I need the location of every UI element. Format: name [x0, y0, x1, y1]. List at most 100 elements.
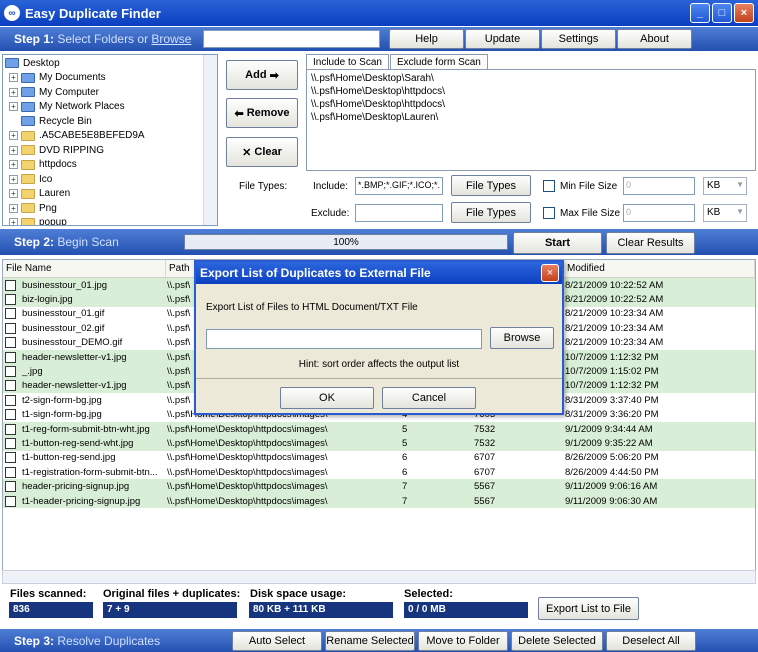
expand-icon[interactable]: +	[9, 102, 18, 112]
tree-item[interactable]: + .A5CABE5E8BEFED9A	[5, 129, 215, 144]
tree-item[interactable]: + My Network Places	[5, 100, 215, 115]
tree-item[interactable]: + httpdocs	[5, 158, 215, 173]
tree-item[interactable]: + popup	[5, 216, 215, 225]
scan-path-item[interactable]: \\.psf\Home\Desktop\httpdocs\	[311, 86, 751, 99]
tree-item[interactable]: + Lauren	[5, 187, 215, 202]
tree-item[interactable]: + Ico	[5, 172, 215, 187]
folder-path-input[interactable]	[203, 30, 380, 48]
clear-button[interactable]: ✕ Clear	[226, 137, 298, 167]
export-path-input[interactable]	[206, 329, 482, 349]
table-row[interactable]: t1-header-pricing-signup.jpg \\.psf\Home\…	[3, 493, 755, 509]
min-file-size-input[interactable]: 0	[623, 177, 695, 195]
row-checkbox[interactable]	[5, 437, 16, 449]
row-checkbox[interactable]	[5, 337, 16, 349]
maximize-button[interactable]: □	[712, 3, 732, 23]
row-checkbox[interactable]	[5, 322, 16, 334]
expand-icon[interactable]: +	[9, 218, 18, 225]
help-button[interactable]: Help	[389, 29, 464, 49]
max-file-size-input[interactable]: 0	[623, 204, 695, 222]
row-checkbox[interactable]	[5, 452, 16, 464]
expand-icon[interactable]: +	[9, 189, 18, 199]
grid-horizontal-scrollbar[interactable]	[2, 570, 756, 584]
remove-button[interactable]: ⬅ Remove	[226, 98, 298, 128]
cell-g: 7	[402, 481, 408, 493]
browse-link[interactable]: Browse	[151, 32, 191, 46]
row-checkbox[interactable]	[5, 394, 16, 406]
tree-item[interactable]: + My Documents	[5, 71, 215, 86]
include-types-input[interactable]: *.BMP;*.GIF;*.ICO;*.	[355, 177, 443, 195]
delete-selected-button[interactable]: Delete Selected	[511, 631, 603, 651]
expand-icon[interactable]: +	[9, 203, 18, 213]
row-checkbox[interactable]	[5, 308, 16, 320]
tree-scrollbar[interactable]	[203, 55, 217, 225]
cell-size: 6707	[474, 466, 496, 478]
tree-item[interactable]: + My Computer	[5, 85, 215, 100]
row-checkbox[interactable]	[5, 466, 16, 478]
tab-include-to-scan[interactable]: Include to Scan	[306, 54, 389, 70]
cell-path: \\.psf\Home\Desktop\httpdocs\images\	[167, 423, 328, 435]
add-button[interactable]: Add ➡	[226, 60, 298, 90]
scan-path-item[interactable]: \\.psf\Home\Desktop\Lauren\	[311, 112, 751, 125]
rename-selected-button[interactable]: Rename Selected	[325, 631, 415, 651]
exclude-types-input[interactable]	[355, 204, 443, 222]
dialog-cancel-button[interactable]: Cancel	[382, 387, 476, 409]
row-checkbox[interactable]	[5, 279, 16, 291]
table-row[interactable]: header-pricing-signup.jpg \\.psf\Home\Des…	[3, 479, 755, 494]
folder-tree[interactable]: Desktop + My Documents + My Computer + My Netw…	[2, 54, 218, 226]
tree-item[interactable]: + Png	[5, 201, 215, 216]
disk-usage-value: 80 KB + 111 KB	[249, 602, 393, 618]
original-duplicates-label: Original files + duplicates:	[103, 588, 241, 600]
max-size-unit-select[interactable]: KB ▼	[703, 204, 747, 222]
row-checkbox[interactable]	[5, 294, 16, 306]
table-row[interactable]: t1-button-reg-send-wht.jpg \\.psf\Home\De…	[3, 436, 755, 451]
dialog-browse-button[interactable]: Browse	[490, 327, 554, 349]
deselect-all-button[interactable]: Deselect All	[606, 631, 696, 651]
expand-icon[interactable]: +	[9, 174, 18, 184]
auto-select-button[interactable]: Auto Select	[232, 631, 322, 651]
clear-results-button[interactable]: Clear Results	[606, 232, 695, 254]
close-button[interactable]: ×	[734, 3, 754, 23]
scan-path-list[interactable]: \\.psf\Home\Desktop\Sarah\ \\.psf\Home\De…	[306, 69, 756, 171]
exclude-file-types-button[interactable]: File Types	[451, 202, 531, 223]
include-file-types-button[interactable]: File Types	[451, 175, 531, 196]
row-checkbox[interactable]	[5, 481, 16, 493]
max-file-size-checkbox[interactable]	[543, 207, 555, 219]
tree-item[interactable]: + DVD RIPPING	[5, 143, 215, 158]
folder-icon	[21, 159, 35, 170]
scan-path-item[interactable]: \\.psf\Home\Desktop\httpdocs\	[311, 99, 751, 112]
tab-exclude-from-scan[interactable]: Exclude form Scan	[389, 54, 488, 70]
about-button[interactable]: About	[617, 29, 692, 49]
move-to-folder-button[interactable]: Move to Folder	[418, 631, 508, 651]
expand-icon[interactable]: +	[9, 160, 18, 170]
table-row[interactable]: t1-reg-form-submit-btn-wht.jpg \\.psf\Hom…	[3, 421, 755, 437]
x-icon: ✕	[242, 146, 252, 159]
col-file-name[interactable]: File Name	[3, 260, 166, 277]
export-list-button[interactable]: Export List to File	[538, 597, 639, 620]
row-checkbox[interactable]	[5, 423, 16, 435]
scan-path-item[interactable]: \\.psf\Home\Desktop\Sarah\	[311, 73, 751, 86]
dialog-close-button[interactable]: ×	[541, 264, 559, 282]
expand-icon[interactable]: +	[9, 73, 18, 83]
min-file-size-checkbox[interactable]	[543, 180, 555, 192]
start-button[interactable]: Start	[513, 232, 602, 254]
row-checkbox[interactable]	[5, 495, 16, 507]
scan-progress-bar: 100%	[184, 234, 508, 250]
expand-icon[interactable]: +	[9, 87, 18, 97]
row-checkbox[interactable]	[5, 366, 16, 378]
update-button[interactable]: Update	[465, 29, 540, 49]
dialog-ok-button[interactable]: OK	[280, 387, 374, 409]
expand-icon[interactable]: +	[9, 145, 18, 155]
row-checkbox[interactable]	[5, 380, 16, 392]
row-checkbox[interactable]	[5, 351, 16, 363]
tree-item[interactable]: Desktop	[5, 56, 215, 71]
minimize-button[interactable]: _	[690, 3, 710, 23]
col-modified[interactable]: Modified	[564, 260, 755, 277]
settings-button[interactable]: Settings	[541, 29, 616, 49]
expand-icon[interactable]: +	[9, 131, 18, 141]
cell-g: 5	[402, 423, 408, 435]
table-row[interactable]: t1-button-reg-send.jpg \\.psf\Home\Deskto…	[3, 451, 755, 465]
table-row[interactable]: t1-registration-form-submit-btn... \\.psf…	[3, 465, 755, 479]
tree-item[interactable]: Recycle Bin	[5, 114, 215, 129]
row-checkbox[interactable]	[5, 409, 16, 421]
min-size-unit-select[interactable]: KB ▼	[703, 177, 747, 195]
